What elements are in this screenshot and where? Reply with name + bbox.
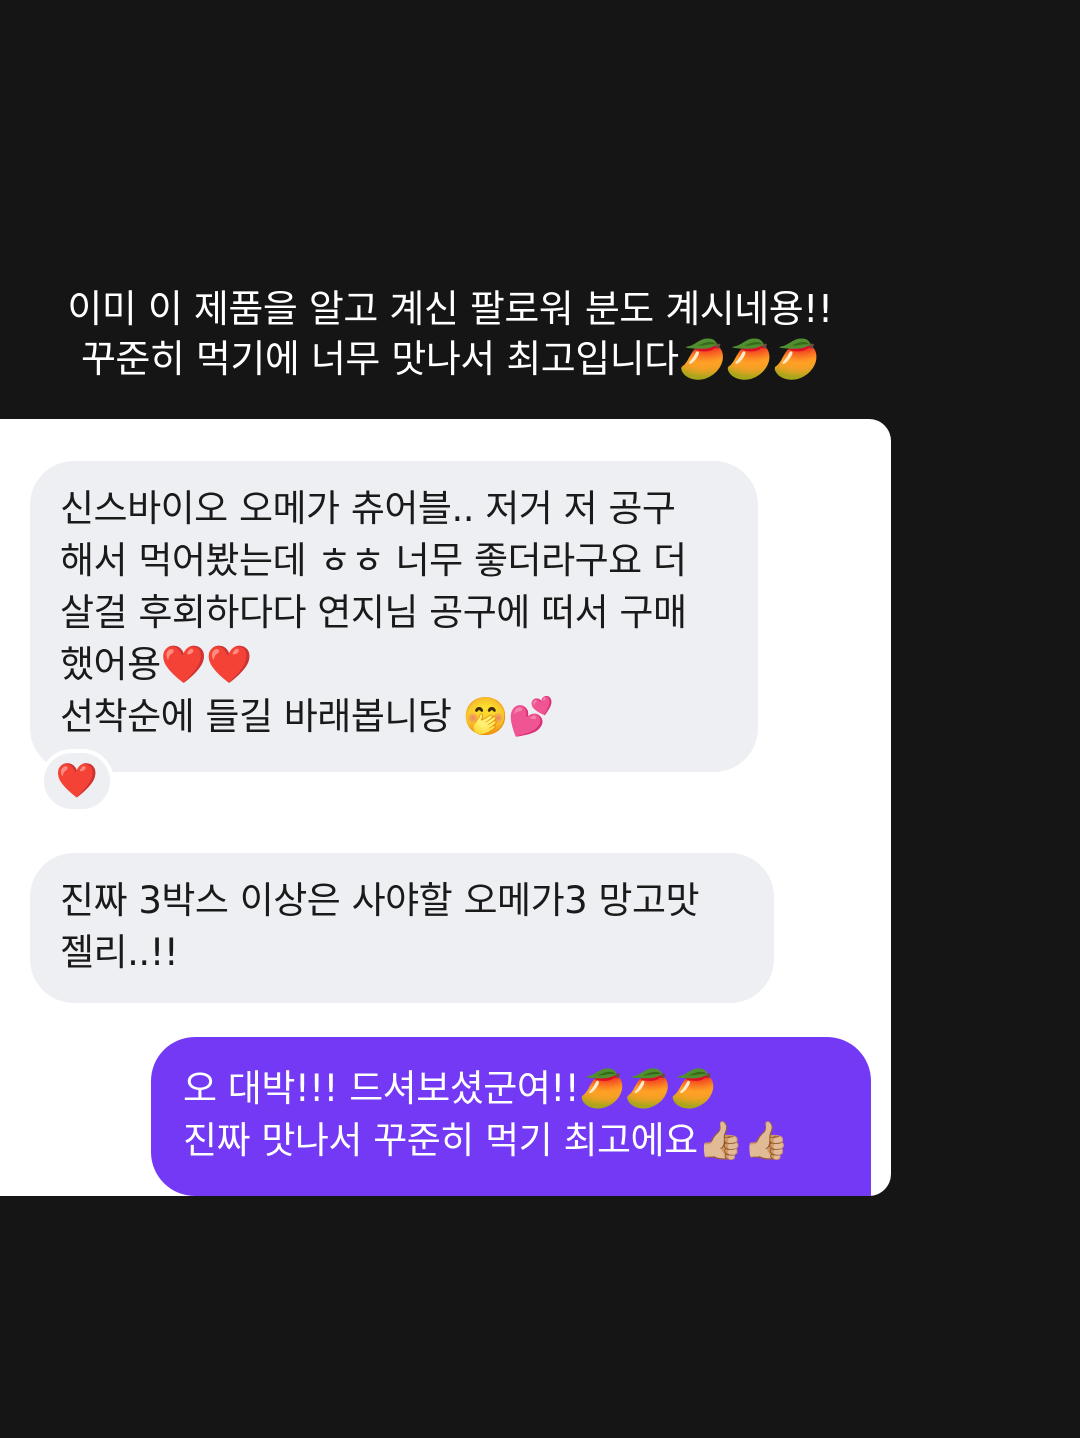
message-line: 해서 먹어봤는데 ㅎㅎ 너무 좋더라구요 더 bbox=[60, 539, 687, 582]
story-caption: 이미 이 제품을 알고 계신 팔로워 분도 계시네용!! 꾸준히 먹기에 너무 … bbox=[0, 284, 900, 384]
caption-line-2: 꾸준히 먹기에 너무 맛나서 최고입니다🥭🥭🥭 bbox=[80, 337, 820, 381]
message-line: 오 대박!!! 드셔보셨군여!!🥭🥭🥭 bbox=[183, 1067, 716, 1110]
message-line: 진짜 3박스 이상은 사야할 오메가3 망고맛 bbox=[60, 879, 700, 922]
heart-reaction-icon[interactable]: ❤️ bbox=[40, 749, 114, 813]
message-line: 신스바이오 오메가 츄어블.. 저거 저 공구 bbox=[60, 487, 676, 530]
message-line: 살걸 후회하다다 연지님 공구에 떠서 구매 bbox=[60, 591, 687, 634]
incoming-message-bubble: 신스바이오 오메가 츄어블.. 저거 저 공구 해서 먹어봤는데 ㅎㅎ 너무 좋… bbox=[30, 461, 758, 772]
message-line: 진짜 맛나서 꾸준히 먹기 최고에요👍🏼👍🏼 bbox=[183, 1119, 789, 1162]
message-line: 젤리..!! bbox=[60, 931, 179, 974]
caption-line-1: 이미 이 제품을 알고 계신 팔로워 분도 계시네용!! bbox=[67, 287, 833, 331]
message-line: 선착순에 들길 바래봅니당 🤭💕 bbox=[60, 695, 554, 738]
message-line: 했어용❤️❤️ bbox=[60, 643, 252, 686]
outgoing-message-bubble: 오 대박!!! 드셔보셨군여!!🥭🥭🥭 진짜 맛나서 꾸준히 먹기 최고에요👍🏼… bbox=[151, 1037, 871, 1196]
story-background-bottom bbox=[0, 1196, 1080, 1438]
chat-screenshot: 신스바이오 오메가 츄어블.. 저거 저 공구 해서 먹어봤는데 ㅎㅎ 너무 좋… bbox=[0, 419, 891, 1196]
incoming-message-bubble: 진짜 3박스 이상은 사야할 오메가3 망고맛 젤리..!! bbox=[30, 853, 774, 1003]
